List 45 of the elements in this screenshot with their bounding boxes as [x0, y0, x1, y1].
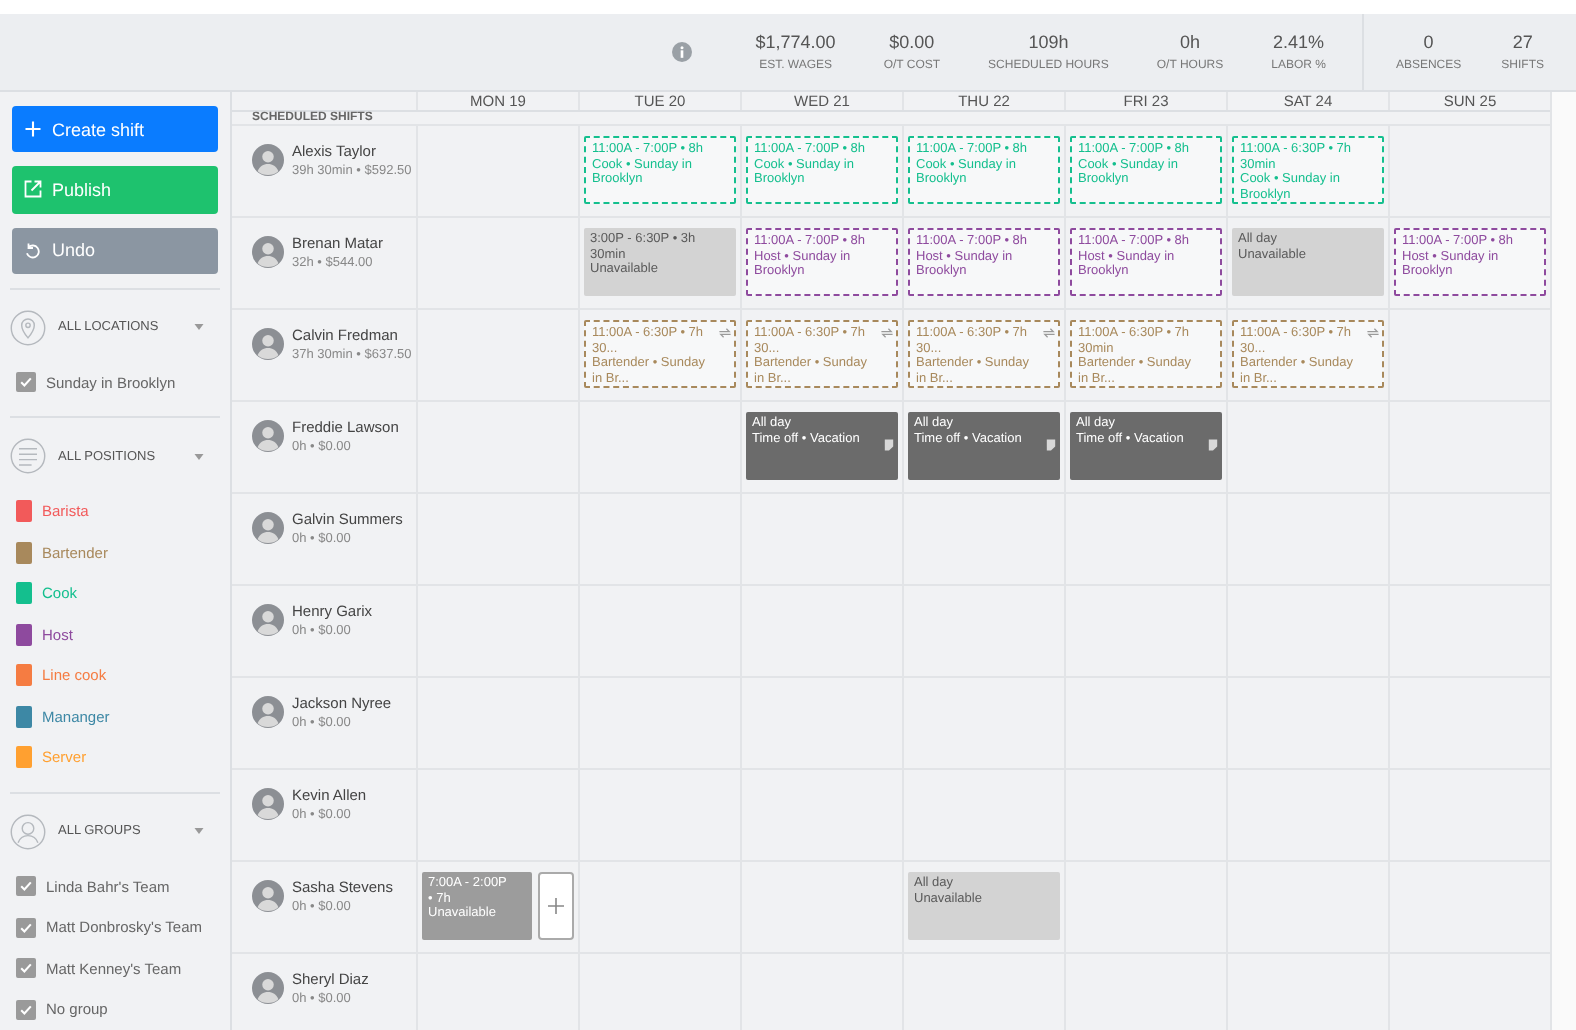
- avatar-icon: [252, 328, 284, 360]
- undo-icon: [24, 241, 42, 260]
- count-value: 0: [1423, 32, 1434, 52]
- external-link-icon: [24, 180, 42, 199]
- stat-value: 2.41%: [1273, 32, 1325, 52]
- avatar-icon: [252, 512, 284, 544]
- note-icon: [1206, 438, 1220, 452]
- create-shift-button[interactable]: Create shift: [12, 106, 218, 153]
- avatar-icon: [252, 420, 284, 452]
- checkbox[interactable]: [16, 876, 36, 897]
- checkbox[interactable]: [16, 958, 36, 979]
- undo-button[interactable]: Undo: [12, 227, 218, 274]
- stat-value: $1,774.00: [755, 32, 836, 52]
- count-value: 27: [1512, 32, 1533, 52]
- note-icon: [882, 438, 896, 452]
- stat-value: $0.00: [889, 32, 935, 52]
- checkbox[interactable]: [16, 372, 36, 393]
- stat-value: 0h: [1180, 32, 1201, 52]
- avatar-icon: [252, 880, 284, 912]
- stat-value: 109h: [1028, 32, 1069, 52]
- avatar-icon: [252, 236, 284, 268]
- avatar-icon: [252, 696, 284, 728]
- caret-icon[interactable]: [194, 453, 204, 460]
- publish-button[interactable]: Publish: [12, 166, 218, 214]
- plus-icon: [546, 896, 566, 916]
- repeat-icon: [880, 326, 894, 340]
- repeat-icon: [1366, 326, 1380, 340]
- avatar-icon: [252, 788, 284, 820]
- repeat-icon: [718, 326, 732, 340]
- avatar-icon: [252, 144, 284, 176]
- caret-icon[interactable]: [194, 828, 204, 835]
- list-icon: [10, 438, 46, 475]
- plus-icon: [24, 120, 42, 139]
- scrollbar[interactable]: [1550, 92, 1576, 1030]
- person-icon: [10, 813, 46, 850]
- checkbox[interactable]: [16, 917, 36, 938]
- add-shift-button[interactable]: [538, 872, 574, 940]
- repeat-icon: [1042, 326, 1056, 340]
- caret-icon[interactable]: [194, 324, 204, 331]
- location-pin-icon: [10, 309, 46, 346]
- note-icon: [1044, 438, 1058, 452]
- avatar-icon: [252, 972, 284, 1004]
- info-icon[interactable]: [671, 42, 692, 62]
- avatar-icon: [252, 604, 284, 636]
- checkbox[interactable]: [16, 999, 36, 1020]
